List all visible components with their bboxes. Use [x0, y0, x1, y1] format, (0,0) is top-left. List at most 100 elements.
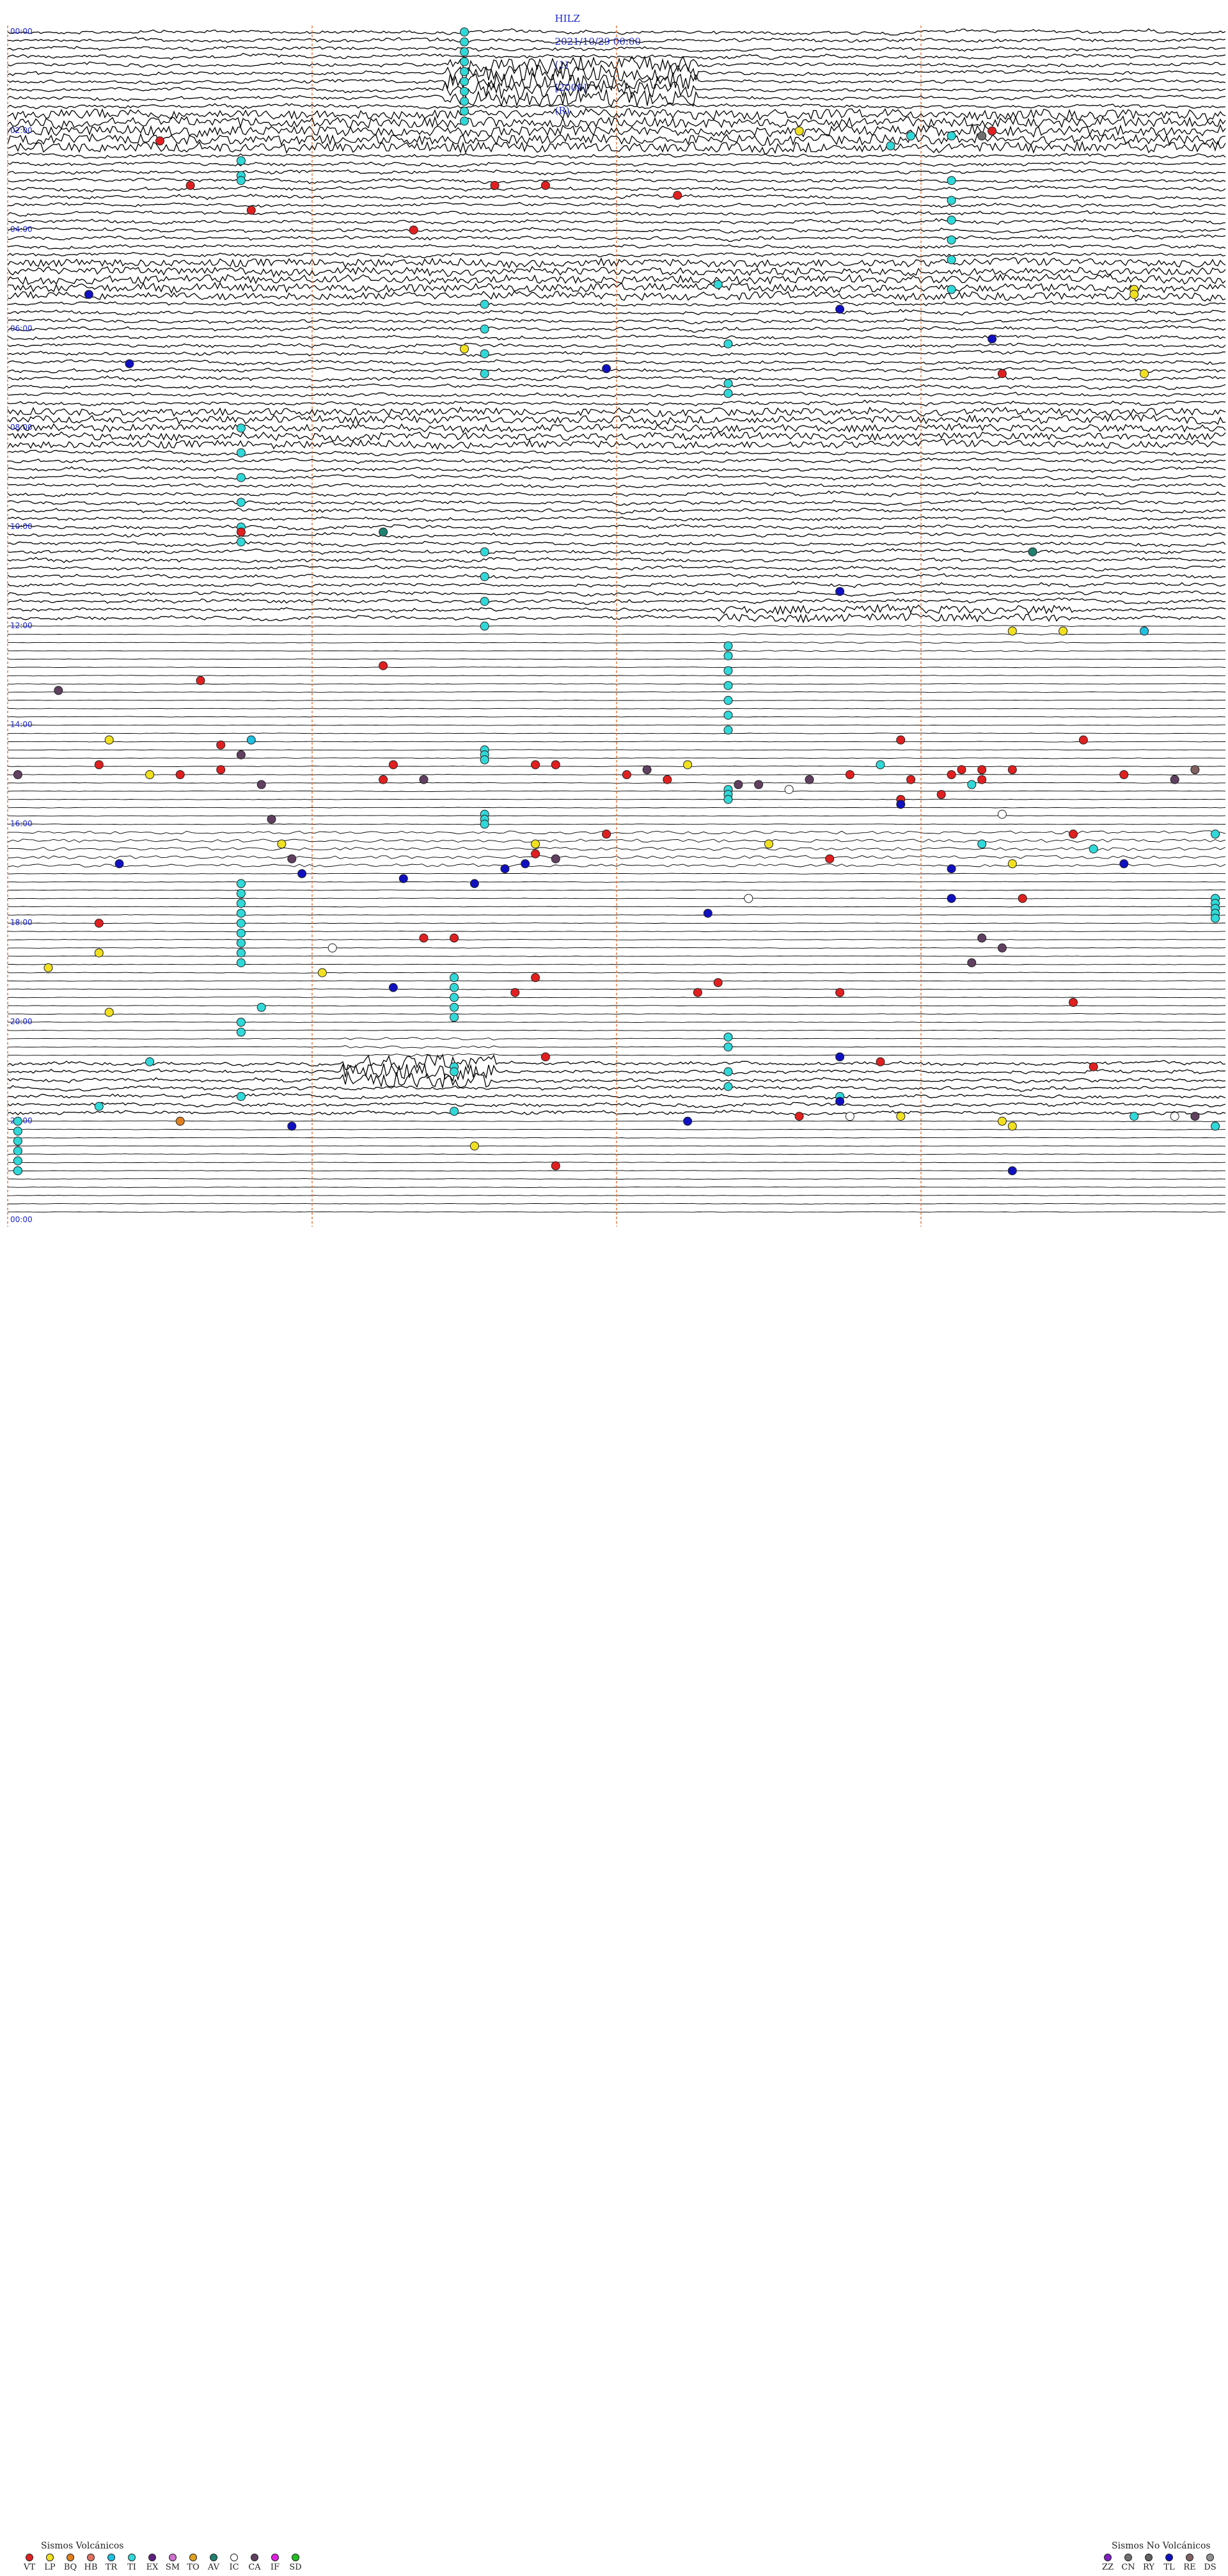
legend-code-label: TO: [187, 2563, 200, 2572]
event-marker-ic: [744, 894, 753, 903]
event-marker-ca: [551, 854, 560, 864]
event-marker-lp: [794, 126, 804, 136]
event-marker-ti: [13, 1156, 22, 1166]
event-marker-tl: [683, 1116, 693, 1126]
legend-code-label: SM: [165, 2563, 180, 2572]
event-marker-vt: [977, 775, 987, 784]
legend-code-label: IC: [229, 2563, 239, 2572]
event-marker-ti: [480, 572, 489, 581]
event-marker-ti: [480, 369, 489, 379]
legend-code-label: CA: [248, 2563, 261, 2572]
legend-dot-icon: [210, 2554, 217, 2561]
event-marker-ca: [977, 933, 987, 943]
seismic-trace-row: [7, 641, 1225, 644]
seismic-trace-row: [7, 115, 1226, 130]
event-marker-ti: [723, 725, 733, 735]
event-marker-vt: [551, 1161, 560, 1171]
event-marker-vt: [419, 933, 429, 943]
event-marker-vt: [936, 790, 946, 799]
event-marker-ca: [256, 780, 266, 789]
event-marker-ti: [723, 339, 733, 349]
event-marker-ti: [977, 839, 987, 849]
event-marker-vt: [94, 919, 104, 928]
event-marker-ti: [1211, 829, 1220, 839]
event-marker-vt: [602, 829, 611, 839]
legend-nonvolcanic: ZZ CN RY TL RE DS: [1098, 2554, 1220, 2572]
event-marker-vt: [1007, 765, 1017, 775]
seismic-trace-row: [7, 798, 1226, 800]
legend-item-av: AV: [203, 2554, 224, 2572]
event-marker-ti: [723, 651, 733, 661]
event-marker-ti: [94, 1102, 104, 1111]
event-marker-vt: [551, 760, 560, 770]
event-marker-lp: [1007, 626, 1017, 636]
event-marker-tl: [1119, 859, 1129, 869]
event-marker-ti: [236, 879, 246, 889]
hour-label: 12:00: [10, 621, 33, 630]
event-marker-ti: [460, 106, 469, 116]
event-marker-ca: [236, 750, 246, 759]
legend-code-label: BQ: [63, 2563, 77, 2572]
header-field-2: [2000]: [555, 82, 587, 93]
event-marker-ti: [906, 131, 916, 141]
event-marker-lp: [997, 1116, 1007, 1126]
hour-label: 14:00: [10, 720, 33, 729]
event-marker-vt: [531, 849, 540, 858]
event-marker-ti: [236, 928, 246, 938]
event-marker-vt: [196, 676, 205, 685]
legend-code-label: LP: [44, 2563, 56, 2572]
event-marker-ti: [236, 899, 246, 908]
legend-volcanic-title: Sismos Volcánicos: [41, 2541, 124, 2551]
legend-item-if: IF: [265, 2554, 285, 2572]
event-marker-ti: [886, 141, 895, 150]
event-marker-ti: [723, 1042, 733, 1052]
event-marker-vt: [1089, 1062, 1098, 1071]
legend-item-tl: TL: [1159, 2554, 1179, 2572]
event-marker-tl: [388, 983, 398, 992]
event-marker-ti: [723, 379, 733, 388]
event-marker-ic: [784, 785, 794, 794]
event-marker-ti: [460, 57, 469, 67]
legend-dot-icon: [1186, 2554, 1193, 2561]
event-marker-tl: [896, 800, 906, 809]
event-marker-ti: [480, 324, 489, 334]
event-marker-ca: [54, 686, 63, 695]
seismic-trace-row: [7, 741, 1226, 743]
legend-dot-icon: [169, 2554, 177, 2561]
event-marker-vt: [185, 180, 195, 190]
event-marker-ca: [1170, 775, 1179, 784]
event-marker-vt: [510, 988, 520, 997]
event-marker-ti: [723, 1032, 733, 1042]
event-marker-lp: [104, 1007, 114, 1017]
event-marker-ti: [236, 889, 246, 898]
event-marker-ca: [734, 780, 743, 789]
legend-item-tr: TR: [101, 2554, 122, 2572]
legend-item-vt: VT: [19, 2554, 40, 2572]
legend-item-lp: LP: [40, 2554, 60, 2572]
event-marker-vt: [1018, 894, 1027, 903]
event-marker-ti: [947, 131, 956, 141]
event-marker-tl: [125, 359, 134, 368]
event-marker-vt: [1069, 829, 1078, 839]
event-marker-vt: [94, 760, 104, 770]
event-marker-ti: [460, 77, 469, 86]
event-marker-lp: [1007, 859, 1017, 869]
event-marker-vt: [388, 760, 398, 770]
event-marker-ca: [805, 775, 814, 784]
event-marker-vt: [216, 765, 226, 775]
legend-dot-icon: [128, 2554, 136, 2561]
hour-label: 00:00: [10, 27, 33, 36]
event-marker-vt: [175, 770, 185, 779]
event-marker-ti: [1130, 1112, 1139, 1121]
seismic-trace-row: [7, 897, 1226, 899]
event-marker-vt: [825, 854, 835, 864]
event-marker-tl: [114, 859, 124, 869]
event-marker-ca: [997, 943, 1007, 952]
event-marker-av: [379, 527, 388, 537]
legend-dot-icon: [189, 2554, 197, 2561]
event-marker-vt: [693, 988, 702, 997]
event-marker-lp: [896, 1112, 906, 1121]
seismic-trace-row: [7, 906, 1226, 908]
event-marker-vt: [673, 191, 682, 200]
event-marker-lp: [104, 735, 114, 745]
